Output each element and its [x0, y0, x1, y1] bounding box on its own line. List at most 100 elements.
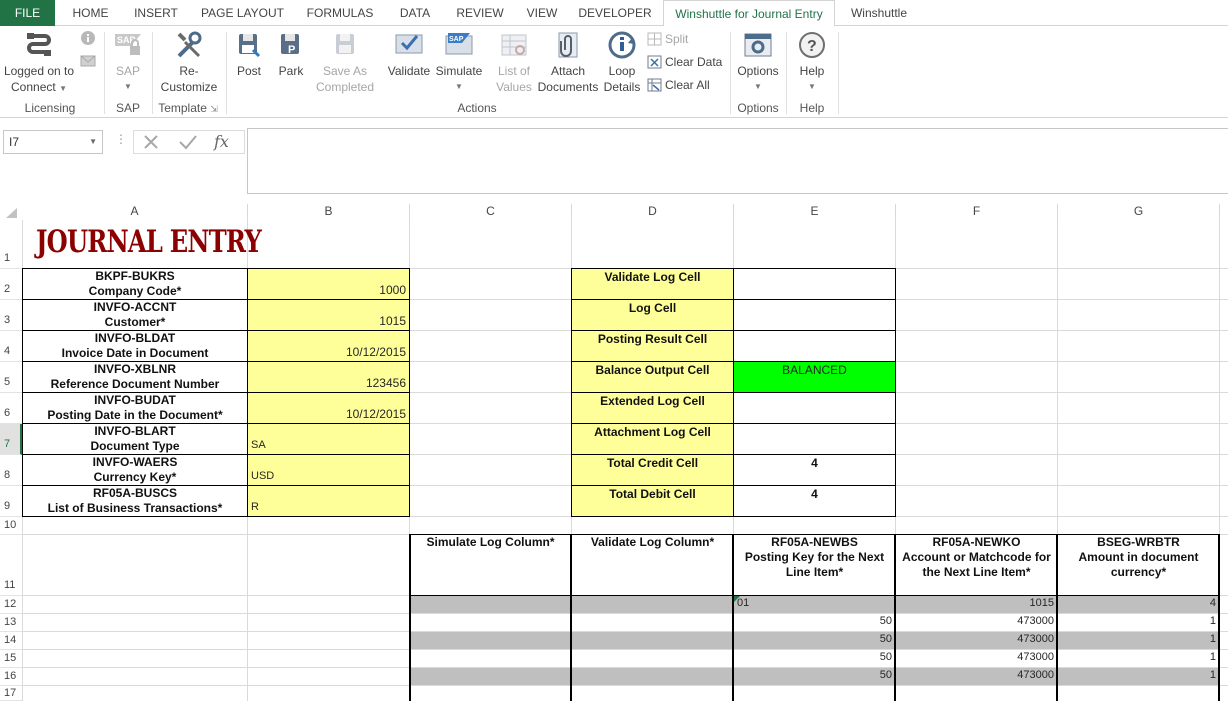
chevron-down-icon[interactable]: ▼	[89, 131, 97, 153]
line-header-posting-key[interactable]: RF05A-NEWBS Posting Key for the Next Line …	[734, 535, 895, 595]
save-as-completed-button[interactable]: Save As Completed	[312, 30, 378, 95]
tab-developer[interactable]: DEVELOPER	[575, 0, 655, 26]
line-posting-key[interactable]: 50	[734, 615, 895, 631]
line-posting-key[interactable]: 01	[734, 597, 895, 613]
line-posting-key[interactable]: 50	[734, 633, 895, 649]
row-header-6[interactable]: 6	[0, 393, 22, 424]
line-header-amount[interactable]: BSEG-WRBTR Amount in document currency*	[1058, 535, 1219, 595]
tab-review[interactable]: REVIEW	[451, 0, 509, 26]
log-value-posting-result[interactable]	[733, 330, 896, 362]
info-icon[interactable]	[80, 30, 96, 46]
dialog-launcher-icon[interactable]: ⇲	[210, 104, 218, 114]
row-header-4[interactable]: 4	[0, 331, 22, 362]
row-header-8[interactable]: 8	[0, 455, 22, 486]
line-amount[interactable]: 1	[1058, 615, 1219, 631]
clear-all-button[interactable]: Clear All	[647, 75, 710, 95]
field-label-business-transactions[interactable]: RF05A-BUSCS List of Business Transactions…	[23, 486, 247, 516]
log-value-validate[interactable]	[733, 268, 896, 300]
log-value-balance-output[interactable]: BALANCED	[733, 361, 896, 393]
log-label-total-debit[interactable]: Total Debit Cell	[571, 485, 734, 517]
column-header-g[interactable]: G	[1058, 204, 1220, 220]
logged-on-button[interactable]: Logged on to Connect ▼	[2, 30, 76, 97]
log-label-attachment[interactable]: Attachment Log Cell	[571, 423, 734, 455]
validate-button[interactable]: Validate	[386, 30, 432, 79]
log-value-attachment[interactable]	[733, 423, 896, 455]
row-header-7[interactable]: 7	[0, 424, 22, 455]
tab-home[interactable]: HOME	[63, 0, 118, 26]
log-value-total-credit[interactable]: 4	[733, 454, 896, 486]
column-header-a[interactable]: A	[22, 204, 248, 220]
field-label-posting-date[interactable]: INVFO-BUDAT Posting Date in the Document*	[23, 393, 247, 423]
field-value-company-code[interactable]: 1000	[247, 268, 410, 300]
line-header-validate-log[interactable]: Validate Log Column*	[572, 535, 733, 595]
row-header-9[interactable]: 9	[0, 486, 22, 517]
clear-data-button[interactable]: Clear Data	[647, 52, 722, 72]
row-header-2[interactable]: 2	[0, 269, 22, 300]
line-amount[interactable]: 4	[1058, 597, 1219, 613]
help-button[interactable]: ? Help ▼	[790, 30, 834, 95]
line-posting-key[interactable]: 50	[734, 651, 895, 667]
row-header-3[interactable]: 3	[0, 300, 22, 331]
tab-winshuttle[interactable]: Winshuttle	[843, 0, 915, 26]
line-account[interactable]: 473000	[896, 669, 1057, 685]
column-header-c[interactable]: C	[410, 204, 572, 220]
error-indicator-icon[interactable]	[734, 596, 740, 602]
row-header-10[interactable]: 10	[0, 517, 22, 535]
post-button[interactable]: Post	[230, 30, 268, 79]
field-value-invoice-date[interactable]: 10/12/2015	[247, 330, 410, 362]
insert-function-icon[interactable]: fx	[214, 132, 229, 151]
row-header-15[interactable]: 15	[0, 650, 22, 668]
row-header-5[interactable]: 5	[0, 362, 22, 393]
field-label-document-type[interactable]: INVFO-BLART Document Type	[23, 424, 247, 454]
field-value-customer[interactable]: 1015	[247, 299, 410, 331]
log-label-posting-result[interactable]: Posting Result Cell	[571, 330, 734, 362]
attach-documents-button[interactable]: Attach Documents	[536, 30, 600, 95]
select-all-corner-icon[interactable]	[6, 208, 18, 218]
tab-data[interactable]: DATA	[391, 0, 439, 26]
line-account[interactable]: 1015	[896, 597, 1057, 613]
cancel-icon[interactable]	[142, 134, 160, 150]
field-value-posting-date[interactable]: 10/12/2015	[247, 392, 410, 424]
row-header-13[interactable]: 13	[0, 614, 22, 632]
field-label-customer[interactable]: INVFO-ACCNT Customer*	[23, 300, 247, 330]
row-header-14[interactable]: 14	[0, 632, 22, 650]
row-header-12[interactable]: 12	[0, 596, 22, 614]
formula-bar-grip-icon[interactable]: ⋮	[115, 132, 127, 146]
line-header-simulate-log[interactable]: Simulate Log Column*	[410, 535, 571, 595]
field-value-currency-key[interactable]: USD	[247, 454, 410, 486]
line-account[interactable]: 473000	[896, 615, 1057, 631]
log-label-validate[interactable]: Validate Log Cell	[571, 268, 734, 300]
log-value-log[interactable]	[733, 299, 896, 331]
column-header-b[interactable]: B	[248, 204, 410, 220]
log-value-total-debit[interactable]: 4	[733, 485, 896, 517]
options-button[interactable]: Options ▼	[734, 30, 782, 95]
list-of-values-button[interactable]: List of Values	[492, 30, 536, 95]
split-button[interactable]: Split	[647, 29, 688, 49]
log-label-balance-output[interactable]: Balance Output Cell	[571, 361, 734, 393]
field-value-document-type[interactable]: SA	[247, 423, 410, 455]
row-header-11[interactable]: 11	[0, 535, 22, 596]
line-amount[interactable]: 1	[1058, 633, 1219, 649]
field-label-currency-key[interactable]: INVFO-WAERS Currency Key*	[23, 455, 247, 485]
column-header-d[interactable]: D	[572, 204, 734, 220]
tab-file[interactable]: FILE	[0, 0, 55, 26]
tab-view[interactable]: VIEW	[521, 0, 563, 26]
enter-check-icon[interactable]	[178, 134, 198, 150]
field-label-invoice-date[interactable]: INVFO-BLDAT Invoice Date in Document	[23, 331, 247, 361]
formula-input[interactable]	[247, 128, 1228, 194]
field-value-business-transactions[interactable]: R	[247, 485, 410, 517]
line-posting-key[interactable]: 50	[734, 669, 895, 685]
recustomize-button[interactable]: Re- Customize	[156, 30, 222, 95]
tab-formulas[interactable]: FORMULAS	[301, 0, 379, 26]
row-header-17[interactable]: 17	[0, 686, 22, 701]
sap-button[interactable]: SAP SAP ▼	[108, 30, 148, 95]
log-label-log[interactable]: Log Cell	[571, 299, 734, 331]
row-header-16[interactable]: 16	[0, 668, 22, 686]
row-header-1[interactable]: 1	[0, 220, 22, 269]
log-label-total-credit[interactable]: Total Credit Cell	[571, 454, 734, 486]
line-amount[interactable]: 1	[1058, 669, 1219, 685]
tab-insert[interactable]: INSERT	[128, 0, 184, 26]
name-box[interactable]: I7 ▼	[3, 130, 103, 154]
field-value-reference-document[interactable]: 123456	[247, 361, 410, 393]
line-account[interactable]: 473000	[896, 633, 1057, 649]
